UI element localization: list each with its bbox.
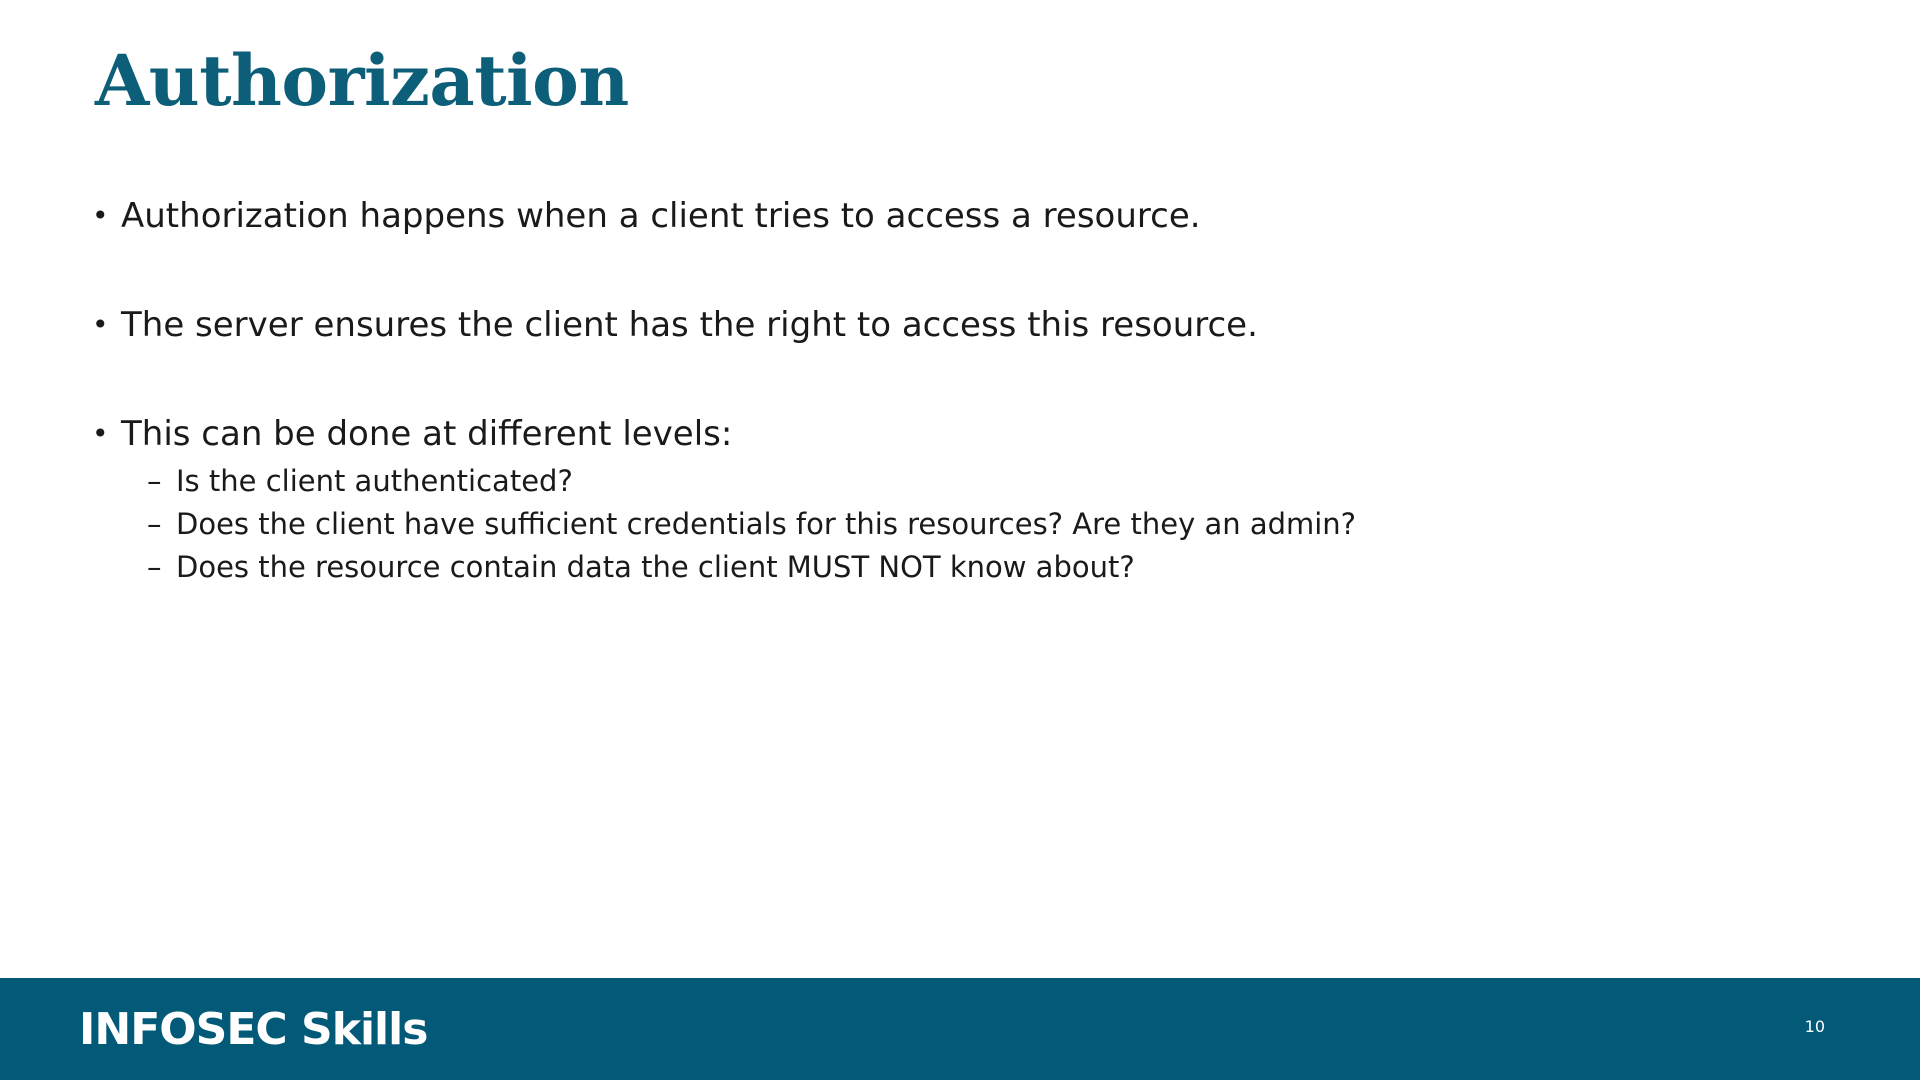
- page-number: 10: [1804, 1017, 1825, 1036]
- subbullet-text: Does the client have sufficient credenti…: [176, 507, 1357, 541]
- bullet-item: • This can be done at different levels: …: [92, 408, 1792, 589]
- slide: Authorization • Authorization happens wh…: [0, 0, 1920, 1080]
- bullet-item: • The server ensures the client has the …: [92, 299, 1792, 351]
- subbullet-list: – Is the client authenticated? – Does th…: [121, 460, 1792, 589]
- subbullet-marker: –: [147, 550, 162, 584]
- bullet-text: The server ensures the client has the ri…: [121, 305, 1258, 345]
- subbullet-text: Is the client authenticated?: [176, 464, 573, 498]
- subbullet-item: – Is the client authenticated?: [147, 460, 1792, 503]
- subbullet-text: Does the resource contain data the clien…: [176, 550, 1135, 584]
- bullet-item: • Authorization happens when a client tr…: [92, 190, 1792, 242]
- subbullet-item: – Does the client have sufficient creden…: [147, 503, 1792, 546]
- bullet-marker: •: [92, 308, 109, 341]
- subbullet-marker: –: [147, 464, 162, 498]
- bullet-marker: •: [92, 417, 109, 450]
- subbullet-marker: –: [147, 507, 162, 541]
- slide-title: Authorization: [95, 39, 629, 122]
- bullet-list: • Authorization happens when a client tr…: [92, 190, 1792, 589]
- subbullet-item: – Does the resource contain data the cli…: [147, 546, 1792, 589]
- bullet-text: This can be done at different levels:: [121, 414, 733, 454]
- infosec-skills-logo: INFOSEC Skills: [79, 1004, 428, 1055]
- footer-bar: INFOSEC Skills 10: [0, 978, 1920, 1080]
- bullet-marker: •: [92, 199, 109, 232]
- bullet-text: Authorization happens when a client trie…: [121, 196, 1201, 236]
